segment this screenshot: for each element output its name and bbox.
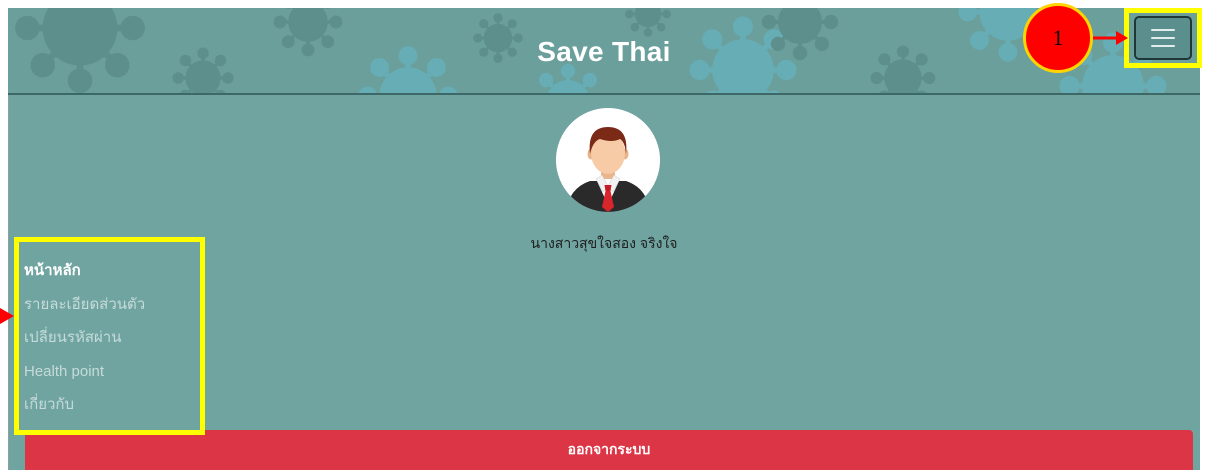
step-marker: 1 [1023, 3, 1093, 73]
user-avatar-icon [556, 108, 660, 212]
menu-button-highlight [1124, 8, 1202, 68]
logout-button[interactable]: ออกจากระบบ [25, 430, 1193, 470]
virus-decoration [625, 8, 671, 37]
app-title: Save Thai [537, 36, 671, 67]
virus-decoration [529, 63, 607, 93]
app-header: Save Thai [8, 8, 1200, 95]
nav-menu-highlight [14, 237, 205, 435]
user-avatar [556, 108, 660, 212]
avatar-tie-knot [604, 185, 612, 191]
pointer-arrow-icon [1093, 31, 1128, 45]
pointer-arrow-icon [0, 308, 14, 324]
